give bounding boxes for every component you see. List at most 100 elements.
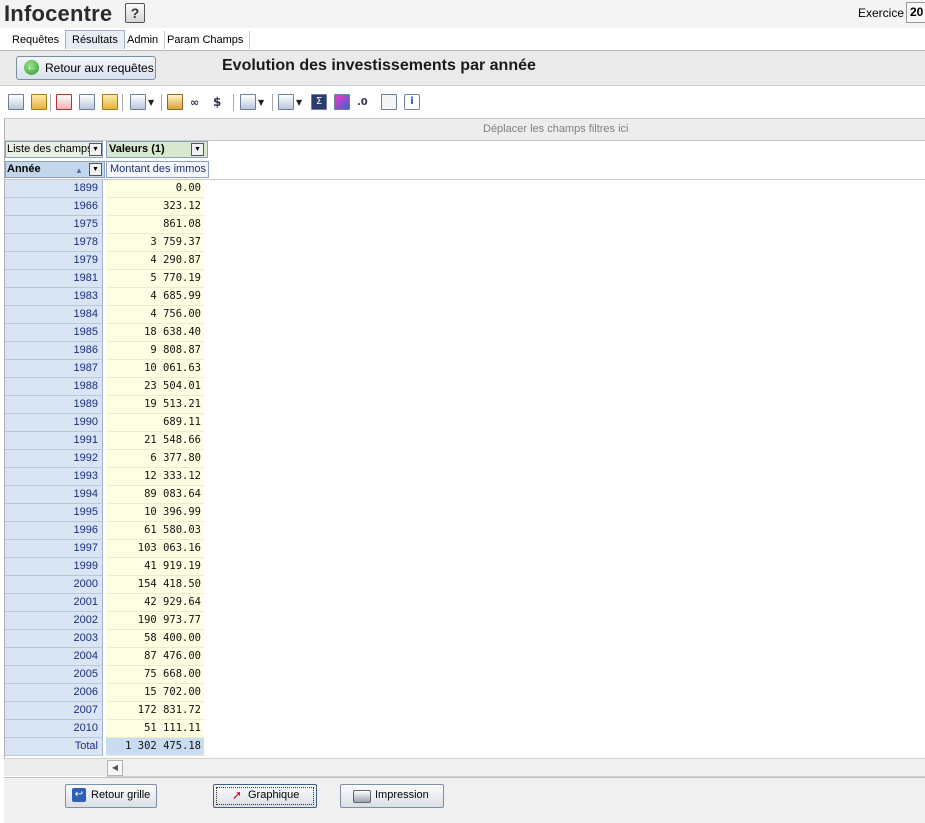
amount-cell[interactable]: 323.12	[106, 198, 204, 216]
amount-cell[interactable]: 10 061.63	[106, 360, 204, 378]
table-row[interactable]: 1985 18 638.40	[5, 324, 205, 342]
year-cell[interactable]: 1984	[5, 306, 103, 324]
table-row[interactable]: 1989 19 513.21	[5, 396, 205, 414]
year-cell[interactable]: 1993	[5, 468, 103, 486]
table-row[interactable]: 2010 51 111.11	[5, 720, 205, 738]
year-cell[interactable]: 1994	[5, 486, 103, 504]
amount-cell[interactable]: 0.00	[106, 180, 204, 198]
table-row[interactable]: 1996 61 580.03	[5, 522, 205, 540]
tab-requetes[interactable]: Requêtes	[6, 31, 67, 49]
table-row[interactable]: 1984 4 756.00	[5, 306, 205, 324]
tab-admin[interactable]: Admin	[121, 31, 166, 49]
sigma-icon[interactable]: Σ	[311, 93, 327, 111]
chevron-down-icon[interactable]: ▼	[191, 143, 204, 156]
amount-cell[interactable]: 10 396.99	[106, 504, 204, 522]
amount-cell[interactable]: 190 973.77	[106, 612, 204, 630]
table-row[interactable]: 1979 4 290.87	[5, 252, 205, 270]
tab-param-champs[interactable]: Param Champs	[161, 31, 251, 49]
amount-cell[interactable]: 18 638.40	[106, 324, 204, 342]
amount-cell[interactable]: 19 513.21	[106, 396, 204, 414]
back-to-queries-button[interactable]: ← Retour aux requêtes	[16, 56, 156, 80]
year-cell[interactable]: 1987	[5, 360, 103, 378]
year-cell[interactable]: 2007	[5, 702, 103, 720]
amount-cell[interactable]: 42 929.64	[106, 594, 204, 612]
year-cell[interactable]: 1996	[5, 522, 103, 540]
amount-cell[interactable]: 5 770.19	[106, 270, 204, 288]
goggles-icon[interactable]: ∞	[190, 93, 199, 111]
year-cell[interactable]: 2010	[5, 720, 103, 738]
chart-icon[interactable]	[334, 93, 350, 111]
year-cell[interactable]: 1979	[5, 252, 103, 270]
table-row[interactable]: 1981 5 770.19	[5, 270, 205, 288]
export-icon[interactable]: ▼	[130, 93, 154, 111]
year-cell[interactable]: 2004	[5, 648, 103, 666]
chevron-down-icon[interactable]: ▼	[89, 163, 102, 176]
table-row[interactable]: 1899 0.00	[5, 180, 205, 198]
table-row[interactable]: 1987 10 061.63	[5, 360, 205, 378]
amount-cell[interactable]: 154 418.50	[106, 576, 204, 594]
year-cell[interactable]: 1978	[5, 234, 103, 252]
amount-cell[interactable]: 12 333.12	[106, 468, 204, 486]
impression-button[interactable]: Impression	[340, 784, 444, 808]
exercice-field[interactable]: 20	[906, 2, 925, 23]
year-cell[interactable]: 1991	[5, 432, 103, 450]
table-row[interactable]: 2000 154 418.50	[5, 576, 205, 594]
year-cell[interactable]: 1966	[5, 198, 103, 216]
info-icon[interactable]: i	[404, 93, 420, 111]
amount-cell[interactable]: 41 919.19	[106, 558, 204, 576]
graphique-button[interactable]: ➚ Graphique	[213, 784, 317, 808]
year-cell[interactable]: 2006	[5, 684, 103, 702]
filter-drop-area[interactable]: Déplacer les champs filtres ici	[4, 118, 925, 141]
open-folder-icon[interactable]	[102, 93, 118, 111]
year-cell[interactable]: 2000	[5, 576, 103, 594]
save-as-icon[interactable]	[79, 93, 95, 111]
amount-cell[interactable]: 6 377.80	[106, 450, 204, 468]
table-row[interactable]: 1993 12 333.12	[5, 468, 205, 486]
year-cell[interactable]: 1989	[5, 396, 103, 414]
table-row[interactable]: 1999 41 919.19	[5, 558, 205, 576]
table-row[interactable]: 1995 10 396.99	[5, 504, 205, 522]
retour-grille-button[interactable]: ↩ Retour grille	[65, 784, 157, 808]
total-row[interactable]: Total 1 302 475.18	[5, 738, 205, 756]
table-row[interactable]: 1991 21 548.66	[5, 432, 205, 450]
year-cell[interactable]: 2003	[5, 630, 103, 648]
table-row[interactable]: 1988 23 504.01	[5, 378, 205, 396]
year-cell[interactable]: 1990	[5, 414, 103, 432]
measure-header[interactable]: Montant des immos	[106, 161, 209, 178]
table-row[interactable]: 1966 323.12	[5, 198, 205, 216]
table-row[interactable]: 2004 87 476.00	[5, 648, 205, 666]
year-cell[interactable]: 1995	[5, 504, 103, 522]
table-row[interactable]: 2005 75 668.00	[5, 666, 205, 684]
year-cell[interactable]: 1988	[5, 378, 103, 396]
field-list-button[interactable]: Liste des champs ▼	[5, 141, 103, 158]
help-icon[interactable]: ?	[125, 3, 145, 23]
values-field-button[interactable]: Valeurs (1) ▼	[106, 141, 208, 158]
chevron-down-icon[interactable]: ▼	[89, 143, 102, 156]
year-cell[interactable]: 1997	[5, 540, 103, 558]
table-row[interactable]: 1994 89 083.64	[5, 486, 205, 504]
amount-cell[interactable]: 87 476.00	[106, 648, 204, 666]
year-cell[interactable]: 1986	[5, 342, 103, 360]
year-cell[interactable]: 1983	[5, 288, 103, 306]
decimal-icon[interactable]: .0	[357, 93, 368, 111]
year-cell[interactable]: 2001	[5, 594, 103, 612]
layout-icon[interactable]: ▼	[240, 93, 264, 111]
open-icon[interactable]	[31, 93, 47, 111]
table-row[interactable]: 2006 15 702.00	[5, 684, 205, 702]
year-cell[interactable]: 1999	[5, 558, 103, 576]
amount-cell[interactable]: 58 400.00	[106, 630, 204, 648]
tab-resultats[interactable]: Résultats	[65, 30, 125, 49]
delete-layout-icon[interactable]	[56, 93, 72, 111]
table-row[interactable]: 1978 3 759.37	[5, 234, 205, 252]
currency-icon[interactable]: $	[213, 93, 221, 111]
total-label-cell[interactable]: Total	[5, 738, 103, 756]
table-row[interactable]: 2003 58 400.00	[5, 630, 205, 648]
amount-cell[interactable]: 4 290.87	[106, 252, 204, 270]
amount-cell[interactable]: 89 083.64	[106, 486, 204, 504]
table-row[interactable]: 1992 6 377.80	[5, 450, 205, 468]
year-cell[interactable]: 1985	[5, 324, 103, 342]
amount-cell[interactable]: 23 504.01	[106, 378, 204, 396]
total-value-cell[interactable]: 1 302 475.18	[106, 738, 204, 756]
amount-cell[interactable]: 689.11	[106, 414, 204, 432]
amount-cell[interactable]: 61 580.03	[106, 522, 204, 540]
